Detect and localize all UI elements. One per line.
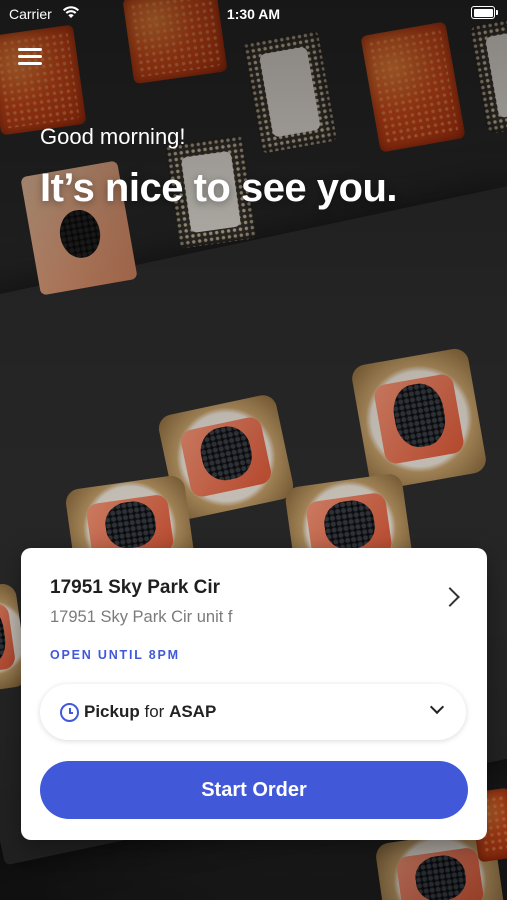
start-order-button[interactable]: Start Order [40, 761, 468, 819]
chevron-right-icon [440, 587, 460, 607]
clock-time: 1:30 AM [226, 6, 281, 22]
order-time: ASAP [169, 702, 217, 721]
order-connector: for [144, 702, 165, 721]
order-card: 17951 Sky Park Cir 17951 Sky Park Cir un… [21, 548, 487, 840]
clock-icon [60, 703, 79, 722]
menu-icon[interactable] [18, 46, 42, 66]
page-title: It’s nice to see you. [40, 166, 398, 210]
pickup-time-selector[interactable]: Pickup for ASAP [40, 684, 466, 740]
pickup-label: Pickup for ASAP [84, 702, 216, 722]
store-selector[interactable]: 17951 Sky Park Cir 17951 Sky Park Cir un… [21, 548, 487, 638]
status-bar: Carrier 1:30 AM [0, 0, 507, 28]
store-address: 17951 Sky Park Cir unit f [50, 608, 233, 626]
chevron-down-icon [429, 699, 445, 715]
order-mode: Pickup [84, 702, 140, 721]
store-name: 17951 Sky Park Cir [50, 577, 221, 598]
greeting-text: Good morning! [40, 124, 186, 149]
battery-icon [471, 6, 498, 19]
store-hours: OPEN UNTIL 8PM [50, 648, 180, 662]
